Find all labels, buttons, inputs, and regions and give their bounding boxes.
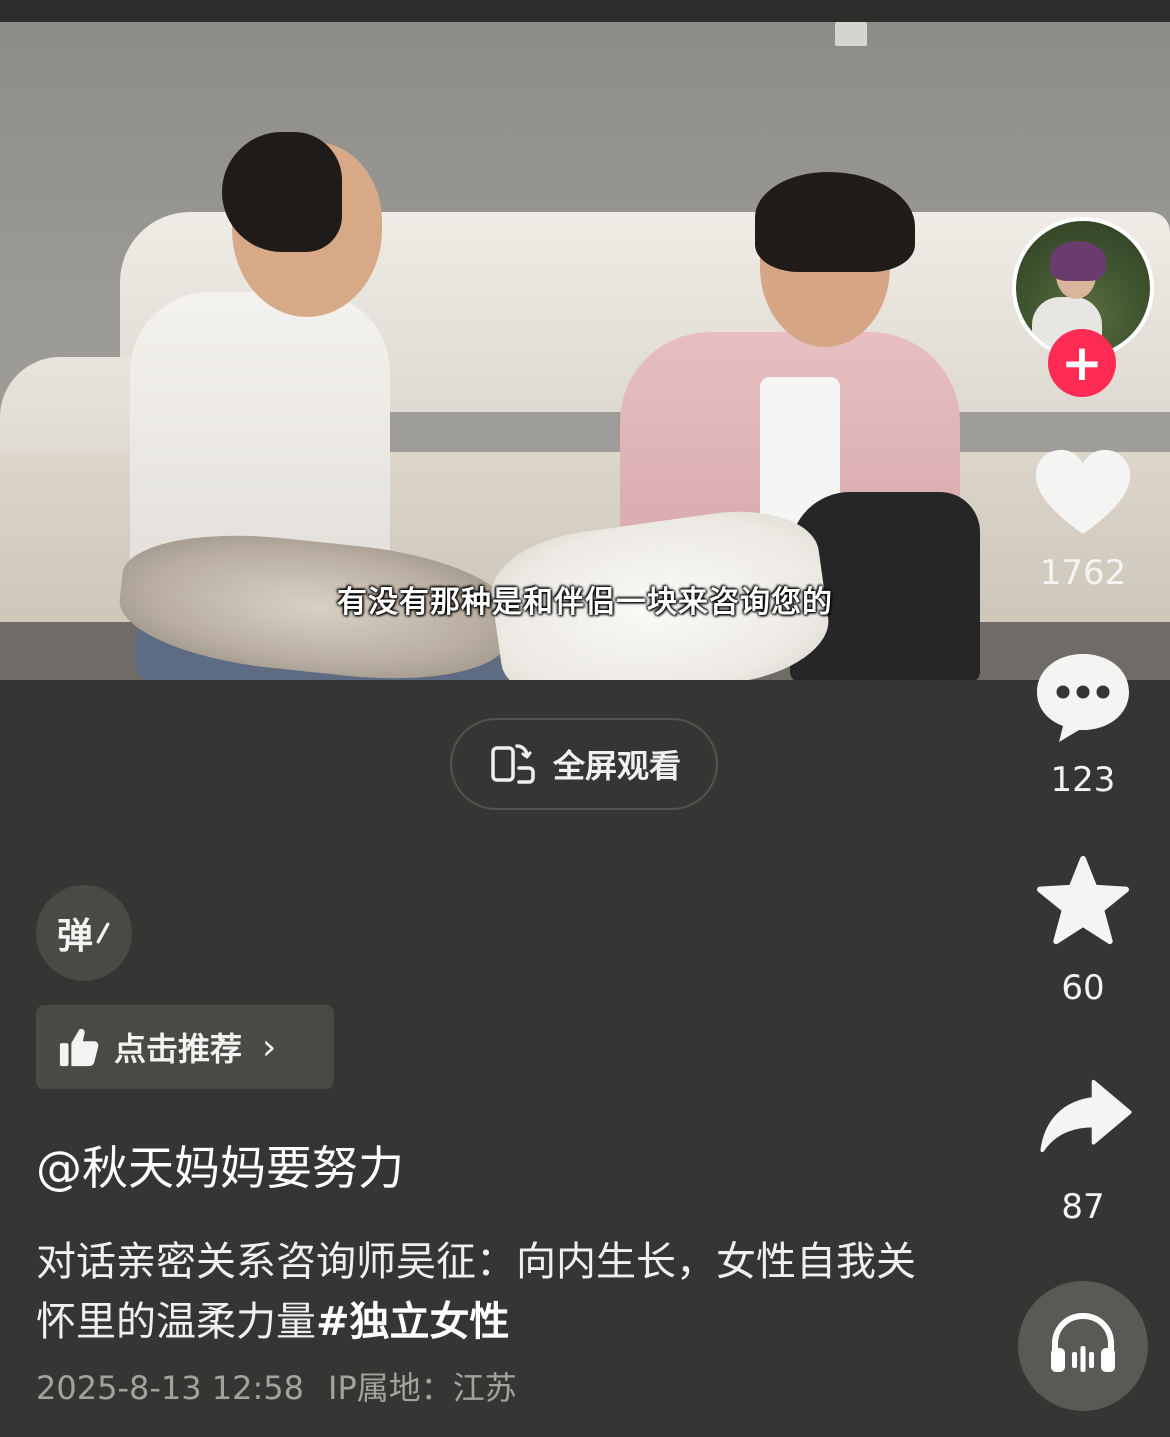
recommend-label: 点击推荐 bbox=[114, 1030, 243, 1068]
comment-count: 123 bbox=[1050, 760, 1116, 800]
headphones-icon bbox=[1051, 1312, 1115, 1372]
post-meta: 2025-8-13 12:58 IP属地：江苏 bbox=[36, 1363, 517, 1409]
favorite-count: 60 bbox=[1061, 968, 1105, 1008]
rotate-phone-icon bbox=[491, 744, 535, 784]
follow-button[interactable]: + bbox=[1048, 329, 1116, 397]
fullscreen-label: 全屏观看 bbox=[552, 747, 681, 785]
author-name[interactable]: @秋天妈妈要努力 bbox=[36, 1132, 404, 1198]
share-count: 87 bbox=[1061, 1187, 1105, 1227]
post-date: 2025-8-13 12:58 bbox=[36, 1369, 304, 1407]
like-count: 1762 bbox=[1039, 553, 1127, 593]
slash-icon bbox=[96, 922, 110, 944]
video-subtitle: 有没有那种是和伴侣一块来咨询您的 bbox=[337, 585, 833, 620]
star-icon[interactable] bbox=[1035, 855, 1131, 947]
post-location: IP属地：江苏 bbox=[328, 1369, 517, 1407]
thumbs-up-icon bbox=[59, 1028, 99, 1067]
fullscreen-button[interactable]: 全屏观看 bbox=[450, 718, 718, 810]
comment-icon[interactable] bbox=[1033, 650, 1133, 746]
share-arrow-icon[interactable] bbox=[1038, 1078, 1134, 1154]
video-player[interactable]: 有没有那种是和伴侣一块来咨询您的 bbox=[0, 22, 1170, 680]
hashtag-link[interactable]: #独立女性 bbox=[316, 1299, 510, 1345]
heart-icon[interactable] bbox=[1034, 447, 1132, 537]
chevron-right-icon: › bbox=[262, 1026, 277, 1068]
danmaku-label: 弹 bbox=[56, 916, 93, 957]
plus-icon: + bbox=[1061, 334, 1103, 392]
video-scene-person-left-hair bbox=[222, 132, 342, 252]
video-scene-wall-switch bbox=[835, 22, 867, 46]
danmaku-toggle-button[interactable]: 弹 bbox=[36, 885, 132, 981]
post-description: 对话亲密关系咨询师吴征：向内生长，女性自我关怀里的温柔力量#独立女性 bbox=[36, 1232, 916, 1352]
top-status-strip bbox=[0, 0, 1170, 22]
avatar-figure-hair bbox=[1050, 241, 1106, 281]
recommend-button[interactable]: 点击推荐 › bbox=[36, 1005, 334, 1089]
listen-button[interactable] bbox=[1018, 1281, 1148, 1411]
